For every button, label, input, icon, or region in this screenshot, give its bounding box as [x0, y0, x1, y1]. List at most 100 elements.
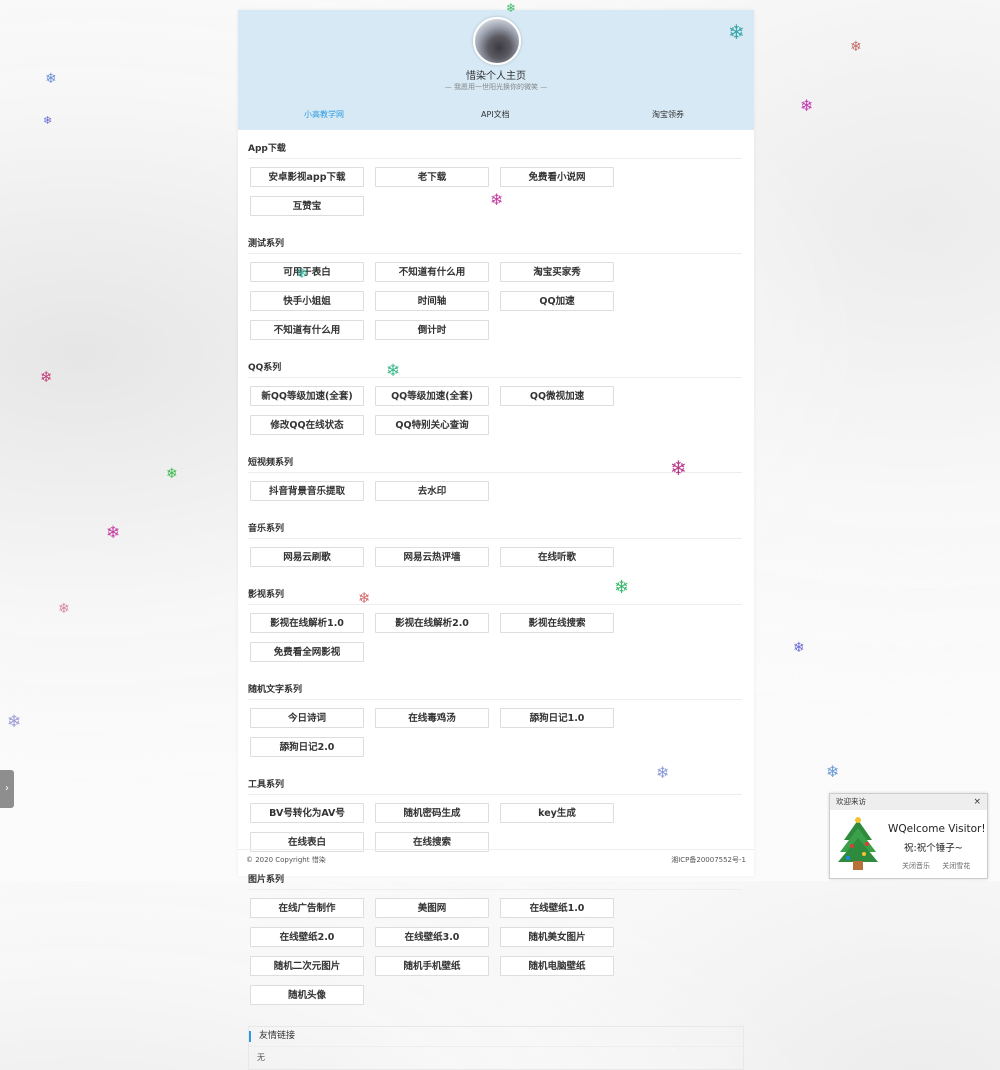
side-expand-tab[interactable]: › [0, 770, 14, 808]
welcome-links: 关闭音乐 关闭雪花 [902, 861, 980, 871]
welcome-title: WQelcome Visitor! [888, 823, 986, 835]
snowflake-icon: ❄ [728, 20, 745, 44]
link-button[interactable]: 随机二次元图片 [250, 956, 364, 976]
link-section: 测试系列 可用于表白 不知道有什么用 淘宝买家秀 快手小姐姐 时间轴 QQ加速 不知道有什么用… [248, 225, 742, 349]
snowflake-icon: ❄ [826, 762, 840, 781]
snowflake-icon: ❄ [506, 1, 517, 15]
link-button[interactable]: 舔狗日记2.0 [250, 737, 364, 757]
link-button[interactable]: 今日诗词 [250, 708, 364, 728]
snowflake-icon: ❄ [800, 96, 814, 115]
section-button-grid: 影视在线解析1.0 影视在线解析2.0 影视在线搜索免费看全网影视 [248, 605, 742, 671]
snowflake-icon: ❄ [7, 712, 22, 732]
snowflake-icon: ❄ [793, 640, 805, 656]
link-button[interactable]: 免费看全网影视 [250, 642, 364, 662]
link-sections: App下载 安卓影视app下载 老下载 免费看小说网 互赞宝 测试系列 可用于表白 不知道有什… [238, 130, 754, 1014]
link-button[interactable]: 美图网 [375, 898, 489, 918]
section-title: 测试系列 [248, 225, 742, 254]
link-button[interactable]: 影视在线搜索 [500, 613, 614, 633]
snowflake-icon: ❄ [656, 763, 670, 782]
link-button[interactable]: QQ等级加速(全套) [375, 386, 489, 406]
nav-link-api-docs[interactable]: API文档 [481, 109, 510, 120]
link-button[interactable]: 随机美女图片 [500, 927, 614, 947]
link-button[interactable]: 新QQ等级加速(全套) [250, 386, 364, 406]
close-icon[interactable]: × [973, 794, 981, 810]
link-button[interactable]: 随机密码生成 [375, 803, 489, 823]
link-section: QQ系列 新QQ等级加速(全套) QQ等级加速(全套) QQ微视加速 修改QQ在线状态 Q… [248, 349, 742, 444]
welcome-popup-title: 欢迎来访 [836, 797, 866, 806]
link-section: 图片系列 在线广告制作 美图网 在线壁纸1.0 在线壁纸2.0 在线壁纸3.0 随机美女图片… [248, 861, 742, 1014]
link-button[interactable]: QQ特别关心查询 [375, 415, 489, 435]
snowflake-icon: ❄ [58, 601, 70, 617]
link-section: 短视频系列 抖音背景音乐提取 去水印 [248, 444, 742, 510]
snowflake-icon: ❄ [614, 577, 630, 598]
link-button[interactable]: QQ微视加速 [500, 386, 614, 406]
link-button[interactable]: 网易云热评墙 [375, 547, 489, 567]
link-section: 音乐系列 网易云刷歌 网易云热评墙 在线听歌 [248, 510, 742, 576]
snowflake-icon: ❄ [386, 361, 401, 381]
section-button-grid: 在线广告制作 美图网 在线壁纸1.0 在线壁纸2.0 在线壁纸3.0 随机美女图片随机二次… [248, 890, 742, 1014]
site-title: 惜染个人主页 [466, 71, 526, 82]
snowflake-icon: ❄ [43, 114, 53, 127]
link-button[interactable]: 随机手机壁纸 [375, 956, 489, 976]
friend-links-content: 无 [257, 1053, 265, 1062]
footer: © 2020 Copyright 惜染 湘ICP备20007552号-1 [238, 849, 754, 868]
section-button-grid: 可用于表白 不知道有什么用 淘宝买家秀 快手小姐姐 时间轴 QQ加速 不知道有什么用 倒计时 [248, 254, 742, 349]
close-snow-link[interactable]: 关闭雪花 [942, 862, 970, 870]
snowflake-icon: ❄ [106, 523, 121, 543]
friend-links-panel: 友情链接 无 [248, 1026, 744, 1070]
link-button[interactable]: key生成 [500, 803, 614, 823]
link-button[interactable]: 修改QQ在线状态 [250, 415, 364, 435]
snowflake-icon: ❄ [40, 368, 53, 386]
link-button[interactable]: 抖音背景音乐提取 [250, 481, 364, 501]
link-button[interactable]: 在线壁纸2.0 [250, 927, 364, 947]
avatar [473, 17, 521, 65]
link-button[interactable]: 快手小姐姐 [250, 291, 364, 311]
link-button[interactable]: 不知道有什么用 [250, 320, 364, 340]
link-button[interactable]: 网易云刷歌 [250, 547, 364, 567]
section-button-grid: 今日诗词 在线毒鸡汤 舔狗日记1.0 舔狗日记2.0 [248, 700, 742, 766]
link-button[interactable]: 去水印 [375, 481, 489, 501]
snowflake-icon: ❄ [358, 589, 371, 607]
section-title: 短视频系列 [248, 444, 742, 473]
link-button[interactable]: 随机电脑壁纸 [500, 956, 614, 976]
link-button[interactable]: 在线壁纸3.0 [375, 927, 489, 947]
link-button[interactable]: 倒计时 [375, 320, 489, 340]
link-button[interactable]: 免费看小说网 [500, 167, 614, 187]
nav-link-taobao-coupon[interactable]: 淘宝领券 [652, 109, 684, 120]
snowflake-icon: ❄ [850, 39, 862, 55]
link-button[interactable]: 老下载 [375, 167, 489, 187]
link-button[interactable]: 时间轴 [375, 291, 489, 311]
welcome-popup-header: 欢迎来访 × [830, 794, 987, 810]
section-title: 影视系列 [248, 576, 742, 605]
section-button-grid: 抖音背景音乐提取 去水印 [248, 473, 742, 510]
link-button[interactable]: 在线广告制作 [250, 898, 364, 918]
welcome-subtitle: 祝:祝个锤子~ [904, 843, 963, 854]
link-section: 随机文字系列 今日诗词 在线毒鸡汤 舔狗日记1.0 舔狗日记2.0 [248, 671, 742, 766]
nav-link-xiaogao[interactable]: 小高教学网 [304, 109, 344, 120]
link-button[interactable]: 舔狗日记1.0 [500, 708, 614, 728]
top-nav: 小高教学网 API文档 淘宝领券 [238, 109, 754, 123]
link-button[interactable]: 在线听歌 [500, 547, 614, 567]
hero-header: 惜染个人主页 — 我愿用一世阳光换你的微笑 — 小高教学网 API文档 淘宝领券 [238, 10, 754, 130]
link-button[interactable]: 互赞宝 [250, 196, 364, 216]
link-button[interactable]: 影视在线解析1.0 [250, 613, 364, 633]
link-button[interactable]: 影视在线解析2.0 [375, 613, 489, 633]
site-subtitle: — 我愿用一世阳光换你的微笑 — [444, 83, 548, 91]
copyright-text: © 2020 Copyright 惜染 [246, 856, 326, 864]
welcome-popup: 欢迎来访 × WQelcome Visitor! 祝:祝个锤子~ 关闭音乐 关闭… [829, 793, 988, 879]
link-button[interactable]: 随机头像 [250, 985, 364, 1005]
link-button[interactable]: 在线毒鸡汤 [375, 708, 489, 728]
link-button[interactable]: QQ加速 [500, 291, 614, 311]
link-button[interactable]: 在线壁纸1.0 [500, 898, 614, 918]
link-button[interactable]: 不知道有什么用 [375, 262, 489, 282]
snowflake-icon: ❄ [670, 456, 687, 480]
link-button[interactable]: 安卓影视app下载 [250, 167, 364, 187]
section-title: App下载 [248, 130, 742, 159]
link-button[interactable]: 淘宝买家秀 [500, 262, 614, 282]
section-button-grid: 网易云刷歌 网易云热评墙 在线听歌 [248, 539, 742, 576]
friend-links-title: 友情链接 [249, 1027, 743, 1047]
close-music-link[interactable]: 关闭音乐 [902, 862, 930, 870]
link-button[interactable]: BV号转化为AV号 [250, 803, 364, 823]
snowflake-icon: ❄ [166, 466, 178, 482]
icp-link[interactable]: 湘ICP备20007552号-1 [671, 855, 746, 865]
